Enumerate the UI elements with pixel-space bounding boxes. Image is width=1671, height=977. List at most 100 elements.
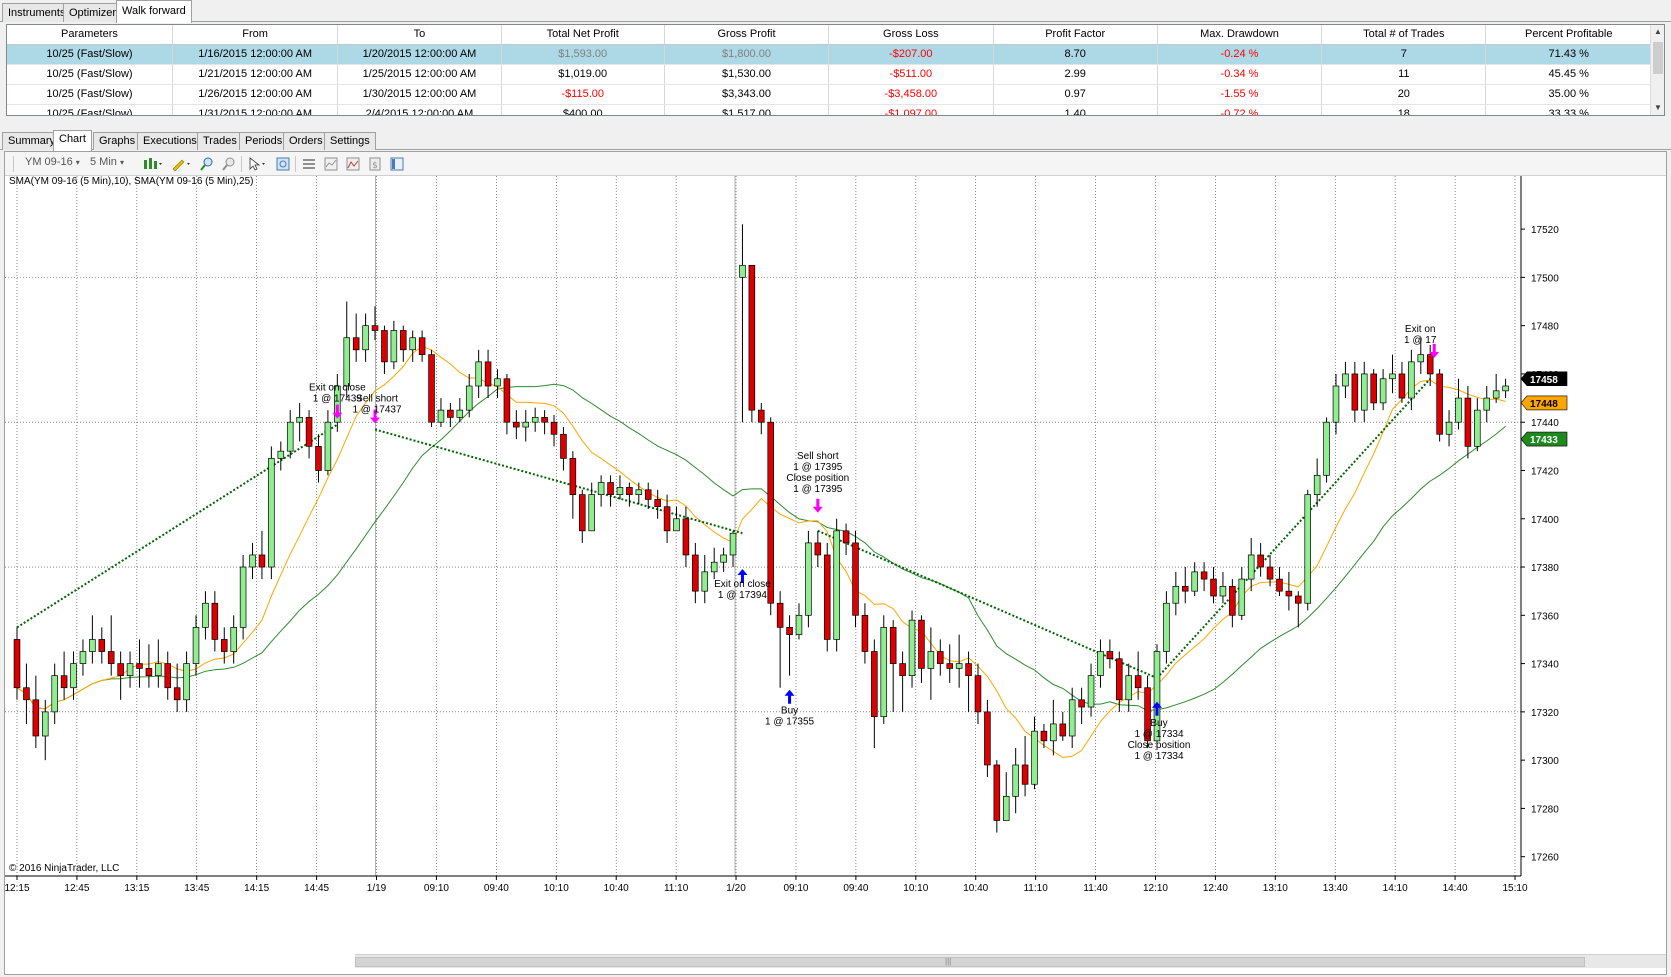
candle-body <box>701 571 709 592</box>
candle-body <box>1351 373 1359 411</box>
table-cell: 2/4/2015 12:00:00 AM <box>337 104 502 115</box>
tab-optimizer[interactable]: Optimizer <box>63 3 123 22</box>
candle-body <box>1370 373 1377 404</box>
candle-body <box>758 409 765 423</box>
candle-body <box>1181 585 1189 592</box>
price-chart[interactable]: 1752017500174801746017440174201740017380… <box>5 176 1666 954</box>
instrument-label: YM 09-16 <box>25 156 73 168</box>
tab-walk-forward[interactable]: Walk forward <box>116 0 192 23</box>
column-header[interactable]: Profit Factor <box>993 25 1158 45</box>
chart-horizontal-scrollbar[interactable]: ||| <box>355 954 1666 968</box>
tab-periods[interactable]: Periods <box>239 132 289 150</box>
time-tick-label: 14:40 <box>1443 883 1468 894</box>
tab-settings[interactable]: Settings <box>324 132 376 150</box>
candle-body <box>1266 566 1274 580</box>
table-cell: 1/31/2015 12:00:00 AM <box>172 104 339 115</box>
drawing-tool-icon[interactable] <box>170 156 192 172</box>
scroll-up-arrow-icon[interactable]: ▲ <box>1651 25 1664 39</box>
column-header[interactable]: Total # of Trades <box>1321 25 1487 45</box>
table-cell: 1/21/2015 12:00:00 AM <box>172 64 339 85</box>
column-header[interactable]: From <box>172 25 339 45</box>
candle-body <box>937 651 944 664</box>
candle-body <box>277 450 285 459</box>
candle-body <box>400 330 407 351</box>
result-tab-bar: Summary Chart Graphs Executions Trades P… <box>0 130 1671 151</box>
table-cell: 10/25 (Fast/Slow) <box>7 64 173 85</box>
candle-body <box>117 663 124 677</box>
table-cell: 10/25 (Fast/Slow) <box>7 104 173 115</box>
column-header[interactable]: To <box>337 25 502 45</box>
time-tick-label: 11:10 <box>664 883 689 894</box>
indicators-icon[interactable] <box>323 156 339 172</box>
time-tick-label: 14:10 <box>1383 883 1408 894</box>
column-header[interactable]: Max. Drawdown <box>1157 25 1323 45</box>
grid-header-row: Parameters From To Total Net Profit Gross Pr… <box>7 25 1652 45</box>
price-tick-label: 17280 <box>1531 804 1559 815</box>
price-tick-label: 17380 <box>1531 563 1559 574</box>
table-cell: 10/25 (Fast/Slow) <box>7 44 173 65</box>
table-cell: $1,593.00 <box>501 44 665 65</box>
candle-body <box>1417 354 1425 363</box>
tab-graphs[interactable]: Graphs <box>93 132 142 150</box>
price-tick-label: 17420 <box>1531 466 1559 477</box>
candle-body <box>833 530 840 640</box>
candle-body <box>946 663 953 669</box>
table-cell: 8.70 <box>993 44 1158 65</box>
tab-executions[interactable]: Executions <box>137 132 203 150</box>
candle-body <box>32 699 40 737</box>
chart-scroll-thumb[interactable] <box>355 957 1585 967</box>
tab-instruments[interactable]: Instruments <box>2 3 72 22</box>
grid-scroll-thumb[interactable] <box>1653 42 1663 74</box>
properties-icon[interactable] <box>301 156 317 172</box>
candle-body <box>305 417 313 447</box>
scroll-down-arrow-icon[interactable]: ▼ <box>1651 101 1664 115</box>
tab-trades[interactable]: Trades <box>197 132 243 150</box>
execution-label: Close position <box>1128 740 1191 751</box>
table-row[interactable]: 10/25 (Fast/Slow) 1/31/2015 12:00:00 AM 2/… <box>7 104 1652 115</box>
candle-body <box>673 518 680 532</box>
data-box-icon[interactable] <box>275 156 291 172</box>
cursor-pointer-icon[interactable] <box>247 156 269 172</box>
execution-label: Sell short <box>356 393 398 404</box>
chart-trader-icon[interactable] <box>389 156 405 172</box>
candle-body <box>155 663 162 677</box>
strategies-icon[interactable] <box>345 156 361 172</box>
interval-selector[interactable]: 5 Min ▾ <box>90 156 124 172</box>
candle-body <box>70 663 77 689</box>
instrument-selector[interactable]: YM 09-16 ▾ <box>25 156 80 172</box>
candle-body <box>1464 397 1472 447</box>
table-row[interactable]: 10/25 (Fast/Slow) 1/21/2015 12:00:00 AM 1/… <box>7 64 1652 85</box>
zoom-in-icon[interactable] <box>199 156 215 172</box>
table-row[interactable]: 10/25 (Fast/Slow) 1/16/2015 12:00:00 AM 1/… <box>7 44 1652 65</box>
column-header[interactable]: Percent Profitable <box>1485 25 1652 45</box>
tab-orders[interactable]: Orders <box>283 132 329 150</box>
candle-body <box>89 639 96 652</box>
tab-chart[interactable]: Chart <box>53 130 92 151</box>
candle-body <box>1257 554 1264 568</box>
candle-body <box>286 421 294 452</box>
execution-label: Exit on close <box>714 579 771 590</box>
column-header[interactable]: Total Net Profit <box>501 25 665 45</box>
zoom-out-icon[interactable] <box>221 156 237 172</box>
column-header[interactable]: Parameters <box>7 25 173 45</box>
instrument-info-icon[interactable]: $ <box>367 156 383 172</box>
table-row[interactable]: 10/25 (Fast/Slow) 1/26/2015 12:00:00 AM 1/… <box>7 84 1652 105</box>
table-cell: 11 <box>1321 64 1487 85</box>
chart-style-icon[interactable] <box>142 156 164 172</box>
time-tick-label: 11:40 <box>1083 883 1108 894</box>
price-tick-label: 17340 <box>1531 660 1559 671</box>
interval-label: 5 Min <box>90 156 117 168</box>
column-header[interactable]: Gross Profit <box>664 25 830 45</box>
candle-body <box>1323 421 1330 476</box>
candle-body <box>852 542 859 616</box>
time-tick-label: 10:40 <box>963 883 988 894</box>
column-header[interactable]: Gross Loss <box>828 25 994 45</box>
candle-body <box>1191 571 1198 592</box>
candle-body <box>1398 373 1406 399</box>
candle-body <box>1210 578 1217 597</box>
candle-body <box>1031 730 1038 785</box>
candle-body <box>173 687 181 701</box>
grid-vertical-scrollbar[interactable]: ▲ ▼ <box>1650 25 1664 115</box>
candle-body <box>1040 730 1048 742</box>
table-cell: -$207.00 <box>828 44 994 65</box>
